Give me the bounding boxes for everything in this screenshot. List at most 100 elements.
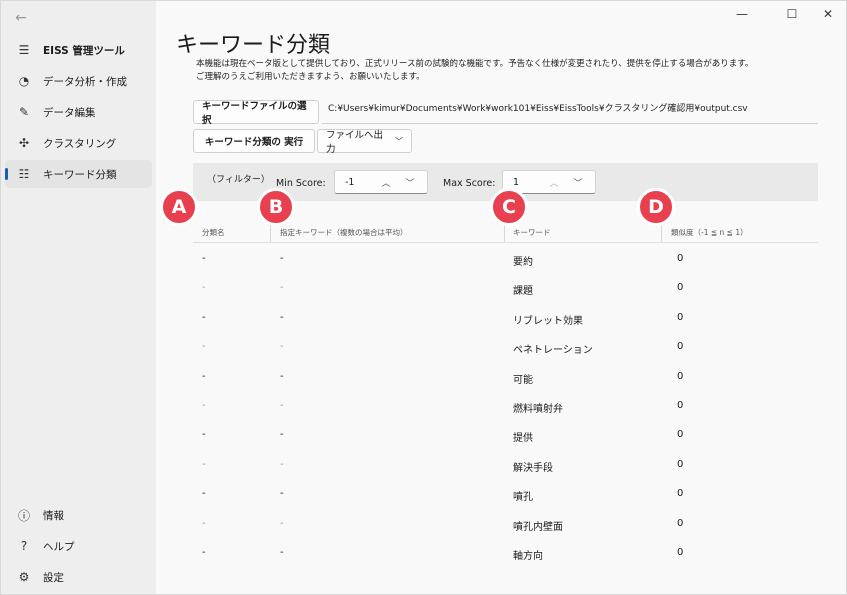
chevron-down-icon[interactable]: ﹀ <box>401 174 419 190</box>
cell-specified-keyword: - <box>280 517 284 529</box>
chevron-up-icon[interactable]: ︿ <box>377 174 395 190</box>
cell-keyword: 軸方向 <box>513 551 543 562</box>
sidebar-item-label: 情報 <box>43 509 64 522</box>
cell-similarity: 0 <box>677 517 684 529</box>
cell-similarity: 0 <box>677 488 684 500</box>
cell-similarity: 0 <box>677 400 684 411</box>
cell-category: - <box>202 311 206 323</box>
cell-category: - <box>202 253 206 264</box>
cluster-icon: ✣ <box>18 136 30 150</box>
sidebar-item-data-analysis[interactable]: ◔ データ分析・作成 <box>5 67 152 95</box>
column-header-similarity[interactable]: 類似度（-1 ≦ n ≦ 1） <box>671 227 748 238</box>
sidebar: ← ☰ EISS 管理ツール ◔ データ分析・作成 ✎ データ編集 ✣ クラスタ… <box>1 1 156 594</box>
chevron-down-icon[interactable]: ﹀ <box>569 174 587 190</box>
cell-category: - <box>202 400 206 411</box>
cell-category: - <box>202 282 206 294</box>
sidebar-item-label: 設定 <box>43 571 64 584</box>
chevron-down-icon: ﹀ <box>395 136 403 146</box>
app-title: EISS 管理ツール <box>43 44 125 57</box>
sidebar-item-label: ヘルプ <box>43 540 75 553</box>
cell-specified-keyword: - <box>280 400 284 411</box>
minimize-button[interactable]: — <box>728 5 756 23</box>
min-score-value: -1 <box>345 177 355 188</box>
column-header-category[interactable]: 分類名 <box>202 227 225 238</box>
cell-similarity: 0 <box>677 429 684 441</box>
cell-category: - <box>202 458 206 470</box>
cell-specified-keyword: - <box>280 429 284 441</box>
marker-a: A <box>160 188 198 226</box>
close-button[interactable]: ✕ <box>814 5 842 23</box>
export-file-dropdown[interactable]: ファイルへ出力 ﹀ <box>317 129 412 155</box>
chevron-up-icon[interactable]: ︿ <box>545 174 563 190</box>
beta-notice: 本機能は現在ベータ版として提供しており、正式リリース前の試験的な機能です。予告な… <box>196 58 836 84</box>
sidebar-item-info[interactable]: ⓘ 情報 <box>5 501 152 529</box>
list-icon: ☷ <box>18 167 30 181</box>
marker-b: B <box>257 188 295 226</box>
cell-category: - <box>202 370 206 382</box>
cell-keyword: 可能 <box>513 374 533 386</box>
cell-keyword: 提供 <box>513 433 533 445</box>
cell-specified-keyword: - <box>280 370 284 382</box>
cell-keyword: 要約 <box>513 257 533 268</box>
file-path-text: C:¥Users¥kimur¥Documents¥Work¥work101¥Ei… <box>328 104 748 114</box>
sidebar-item-help[interactable]: ? ヘルプ <box>5 532 152 560</box>
column-header-keyword[interactable]: キーワード <box>513 227 551 238</box>
sidebar-menu-toggle[interactable]: ☰ EISS 管理ツール <box>5 36 152 64</box>
cell-similarity: 0 <box>677 547 684 558</box>
min-score-input[interactable]: -1 ︿ ﹀ <box>334 170 428 194</box>
column-header-keywords[interactable]: 指定キーワード（複数の場合は平均） <box>280 227 408 238</box>
beta-notice-line: ご理解のうえご利用いただきますよう、お願いいたします。 <box>196 72 425 82</box>
cell-similarity: 0 <box>677 370 684 382</box>
beta-notice-line: 本機能は現在ベータ版として提供しており、正式リリース前の試験的な機能です。予告な… <box>196 59 754 69</box>
cell-keyword: 課題 <box>513 286 533 298</box>
run-classification-button[interactable]: キーワード分類の 実行 <box>193 129 315 153</box>
marker-c: C <box>490 188 528 226</box>
cell-keyword: 噴孔内壁面 <box>513 521 563 533</box>
cell-specified-keyword: - <box>280 253 284 264</box>
cell-keyword: ペネトレーション <box>513 345 593 357</box>
sidebar-item-label: クラスタリング <box>43 137 117 150</box>
sidebar-item-label: データ分析・作成 <box>43 75 127 88</box>
marker-d: D <box>637 188 675 226</box>
cell-similarity: 0 <box>677 341 684 353</box>
cell-specified-keyword: - <box>280 458 284 470</box>
back-arrow-icon[interactable]: ← <box>9 7 33 29</box>
sidebar-item-settings[interactable]: ⚙ 設定 <box>5 563 152 591</box>
cell-specified-keyword: - <box>280 341 284 353</box>
sidebar-item-label: キーワード分類 <box>43 168 117 181</box>
cell-keyword: 解決手段 <box>513 462 553 474</box>
cell-category: - <box>202 341 206 353</box>
cell-similarity: 0 <box>677 282 684 294</box>
cell-category: - <box>202 517 206 529</box>
cell-keyword: 噴孔 <box>513 492 533 504</box>
app-window: ← ☰ EISS 管理ツール ◔ データ分析・作成 ✎ データ編集 ✣ クラスタ… <box>0 0 847 595</box>
page-title: キーワード分類 <box>176 33 331 58</box>
pencil-icon: ✎ <box>18 105 30 119</box>
info-icon: ⓘ <box>17 508 30 523</box>
cell-similarity: 0 <box>677 311 684 323</box>
sidebar-item-data-edit[interactable]: ✎ データ編集 <box>5 98 152 126</box>
cell-specified-keyword: - <box>280 488 284 500</box>
cell-specified-keyword: - <box>280 547 284 558</box>
select-keyword-file-button[interactable]: キーワードファイルの選択 <box>193 100 319 126</box>
cell-similarity: 0 <box>677 458 684 470</box>
gear-icon: ⚙ <box>18 570 30 584</box>
active-indicator <box>5 168 8 180</box>
cell-keyword: リブレット効果 <box>513 315 583 327</box>
max-score-value: 1 <box>513 177 520 188</box>
main-content: — ☐ ✕ キーワード分類 本機能は現在ベータ版として提供しており、正式リリース… <box>156 1 846 594</box>
max-score-label: Max Score: <box>443 178 496 189</box>
cell-specified-keyword: - <box>280 282 284 294</box>
cell-category: - <box>202 488 206 500</box>
help-icon: ? <box>20 539 28 553</box>
filter-label: （フィルター） <box>207 175 270 185</box>
min-score-label: Min Score: <box>276 178 326 189</box>
table-header-divider <box>193 242 818 243</box>
sidebar-item-label: データ編集 <box>43 106 96 119</box>
sidebar-item-keyword-classification[interactable]: ☷ キーワード分類 <box>5 160 152 188</box>
sidebar-item-clustering[interactable]: ✣ クラスタリング <box>5 129 152 157</box>
maximize-button[interactable]: ☐ <box>778 5 806 23</box>
cell-keyword: 燃料噴射弁 <box>513 404 563 415</box>
cell-category: - <box>202 547 206 558</box>
export-label: ファイルへ出力 <box>326 130 384 155</box>
